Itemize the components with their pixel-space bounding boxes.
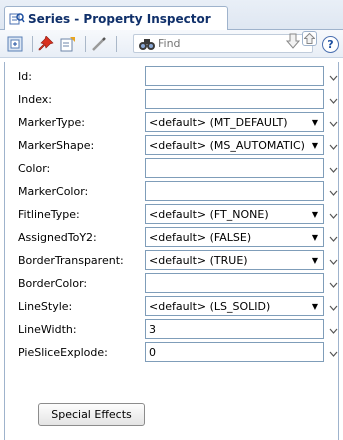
chevron-down-icon[interactable] xyxy=(329,209,338,222)
color-field[interactable] xyxy=(145,158,324,178)
pie-slice-explode-field[interactable]: 0 xyxy=(145,342,324,362)
toolbar: ? xyxy=(0,30,343,58)
property-inspector-icon xyxy=(9,12,25,26)
index-field[interactable] xyxy=(145,89,324,109)
property-row-color: Color: xyxy=(5,158,338,180)
property-label: AssignedToY2: xyxy=(18,231,97,244)
field-value: <default> (FALSE) xyxy=(149,231,252,244)
border-transparent-select[interactable]: <default> (TRUE) ▼ xyxy=(145,250,324,270)
line-width-field[interactable]: 3 xyxy=(145,319,324,339)
chevron-down-icon[interactable] xyxy=(329,140,338,153)
chevron-down-icon[interactable] xyxy=(329,255,338,268)
line-style-select[interactable]: <default> (LS_SOLID) ▼ xyxy=(145,296,324,316)
tab-property-inspector[interactable]: Series - Property Inspector xyxy=(4,6,228,30)
property-label: BorderColor: xyxy=(18,277,88,290)
pin-icon[interactable] xyxy=(37,35,55,53)
property-panel: Id: Index: MarkerType: <default> (MT_DEFAUL… xyxy=(4,62,339,440)
property-row-id: Id: xyxy=(5,66,338,88)
marker-color-field[interactable] xyxy=(145,181,324,201)
toolbar-separator xyxy=(32,35,33,52)
chevron-down-icon[interactable] xyxy=(329,186,338,199)
special-effects-button[interactable]: Special Effects xyxy=(38,403,145,426)
property-label: Color: xyxy=(18,162,51,175)
pencil-icon[interactable] xyxy=(90,35,108,53)
property-label: Id: xyxy=(18,70,32,83)
dropdown-arrow-icon[interactable]: ▼ xyxy=(312,256,318,265)
property-row-pie-slice-explode: PieSliceExplode: 0 xyxy=(5,342,338,364)
chevron-down-icon[interactable] xyxy=(329,278,338,291)
field-value: <default> (LS_SOLID) xyxy=(149,300,271,313)
chevron-down-icon[interactable] xyxy=(329,163,338,176)
target-icon[interactable] xyxy=(6,35,24,53)
toolbar-separator xyxy=(85,35,86,52)
property-row-line-width: LineWidth: 3 xyxy=(5,319,338,341)
property-row-border-transparent: BorderTransparent: <default> (TRUE) ▼ xyxy=(5,250,338,272)
chevron-down-icon[interactable] xyxy=(329,347,338,360)
id-field[interactable] xyxy=(145,66,324,86)
dropdown-arrow-icon[interactable]: ▼ xyxy=(312,141,318,150)
property-label: PieSliceExplode: xyxy=(18,346,108,359)
chevron-down-icon[interactable] xyxy=(329,301,338,314)
property-row-assigned-to-y2: AssignedToY2: <default> (FALSE) ▼ xyxy=(5,227,338,249)
arrow-up-icon[interactable] xyxy=(302,31,317,46)
dropdown-arrow-icon[interactable]: ▼ xyxy=(312,302,318,311)
field-value: <default> (TRUE) xyxy=(149,254,248,267)
property-label: MarkerColor: xyxy=(18,185,89,198)
dropdown-arrow-icon[interactable]: ▼ xyxy=(312,210,318,219)
property-row-border-color: BorderColor: xyxy=(5,273,338,295)
field-value: 3 xyxy=(149,323,156,336)
arrow-down-icon[interactable] xyxy=(285,33,301,53)
chevron-down-icon[interactable] xyxy=(329,324,338,337)
assigned-to-y2-select[interactable]: <default> (FALSE) ▼ xyxy=(145,227,324,247)
property-label: LineStyle: xyxy=(18,300,73,313)
property-label: LineWidth: xyxy=(18,323,77,336)
binoculars-icon[interactable] xyxy=(138,37,156,54)
chevron-down-icon[interactable] xyxy=(329,94,338,107)
help-icon[interactable]: ? xyxy=(322,36,339,53)
dropdown-arrow-icon[interactable]: ▼ xyxy=(312,233,318,242)
property-label: BorderTransparent: xyxy=(18,254,124,267)
property-row-fitline-type: FitlineType: <default> (FT_NONE) ▼ xyxy=(5,204,338,226)
chevron-down-icon[interactable] xyxy=(329,232,338,245)
property-label: Index: xyxy=(18,93,52,106)
tab-title: Series - Property Inspector xyxy=(28,11,211,26)
fitline-type-select[interactable]: <default> (FT_NONE) ▼ xyxy=(145,204,324,224)
property-row-marker-type: MarkerType: <default> (MT_DEFAULT) ▼ xyxy=(5,112,338,134)
edit-icon[interactable] xyxy=(59,35,77,53)
property-row-line-style: LineStyle: <default> (LS_SOLID) ▼ xyxy=(5,296,338,318)
toolbar-separator xyxy=(116,35,117,52)
marker-shape-select[interactable]: <default> (MS_AUTOMATIC) ▼ xyxy=(145,135,324,155)
search-input[interactable] xyxy=(158,36,276,51)
property-row-marker-shape: MarkerShape: <default> (MS_AUTOMATIC) ▼ xyxy=(5,135,338,157)
border-color-field[interactable] xyxy=(145,273,324,293)
field-value: 0 xyxy=(149,346,156,359)
property-label: MarkerType: xyxy=(18,116,85,129)
property-label: FitlineType: xyxy=(18,208,80,221)
field-value: <default> (FT_NONE) xyxy=(149,208,269,221)
property-label: MarkerShape: xyxy=(18,139,95,152)
field-value: <default> (MT_DEFAULT) xyxy=(149,116,288,129)
marker-type-select[interactable]: <default> (MT_DEFAULT) ▼ xyxy=(145,112,324,132)
property-row-marker-color: MarkerColor: xyxy=(5,181,338,203)
field-value: <default> (MS_AUTOMATIC) xyxy=(149,139,305,152)
chevron-down-icon[interactable] xyxy=(329,71,338,84)
property-row-index: Index: xyxy=(5,89,338,111)
tab-strip: Series - Property Inspector xyxy=(0,0,343,30)
chevron-down-icon[interactable] xyxy=(329,117,338,130)
dropdown-arrow-icon[interactable]: ▼ xyxy=(312,118,318,127)
